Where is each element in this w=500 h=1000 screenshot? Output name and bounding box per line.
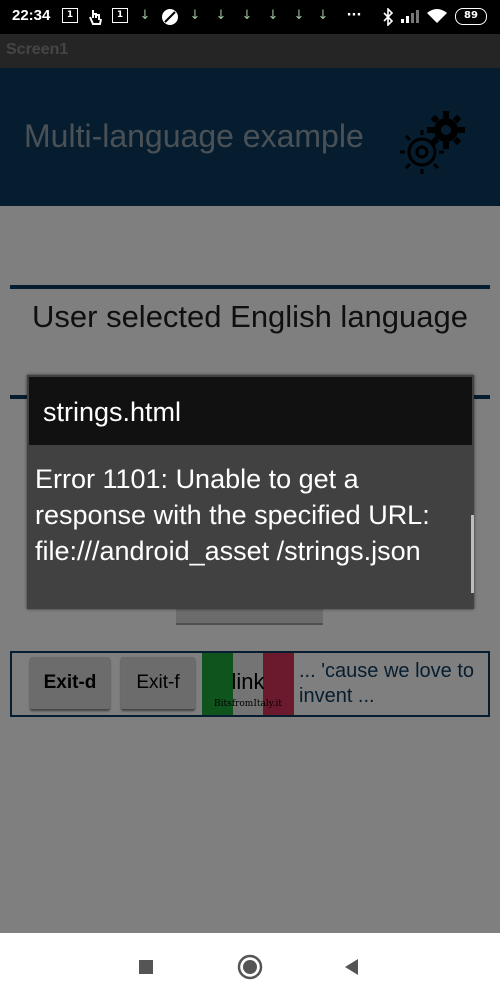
dialog-title-bar: strings.html xyxy=(29,377,472,445)
navigation-bar xyxy=(0,933,500,1000)
home-icon[interactable] xyxy=(234,951,266,983)
touch-icon xyxy=(86,8,104,25)
bluetooth-icon xyxy=(382,7,394,27)
dialog-message: Error 1101: Unable to get a response wit… xyxy=(35,464,430,566)
status-bar: 22:34 1 1 ↓ ↓ ↓ ↓ ↓ ↓ ↓ ··· 89 xyxy=(0,0,500,34)
more-icon: ··· xyxy=(346,8,362,23)
download-icon: ↓ xyxy=(189,8,201,23)
back-icon[interactable] xyxy=(336,951,368,983)
app-screen: Screen1 Multi-language example xyxy=(0,34,500,933)
download-icon: ↓ xyxy=(215,8,227,23)
download-icon: ↓ xyxy=(317,8,329,23)
sim-icon: 1 xyxy=(62,8,78,23)
download-icon: ↓ xyxy=(241,8,253,23)
error-dialog: strings.html Error 1101: Unable to get a… xyxy=(27,375,474,609)
blocked-icon xyxy=(161,8,179,25)
signal-icon xyxy=(400,8,420,24)
sim-icon: 1 xyxy=(112,8,128,23)
dialog-scrollbar[interactable] xyxy=(471,515,474,593)
status-time: 22:34 xyxy=(12,7,51,24)
wifi-icon xyxy=(426,8,448,24)
recent-apps-icon[interactable] xyxy=(130,951,162,983)
dialog-title: strings.html xyxy=(43,397,182,427)
battery-icon: 89 xyxy=(455,8,487,25)
download-icon: ↓ xyxy=(293,8,305,23)
download-icon: ↓ xyxy=(267,8,279,23)
download-icon: ↓ xyxy=(139,8,151,23)
